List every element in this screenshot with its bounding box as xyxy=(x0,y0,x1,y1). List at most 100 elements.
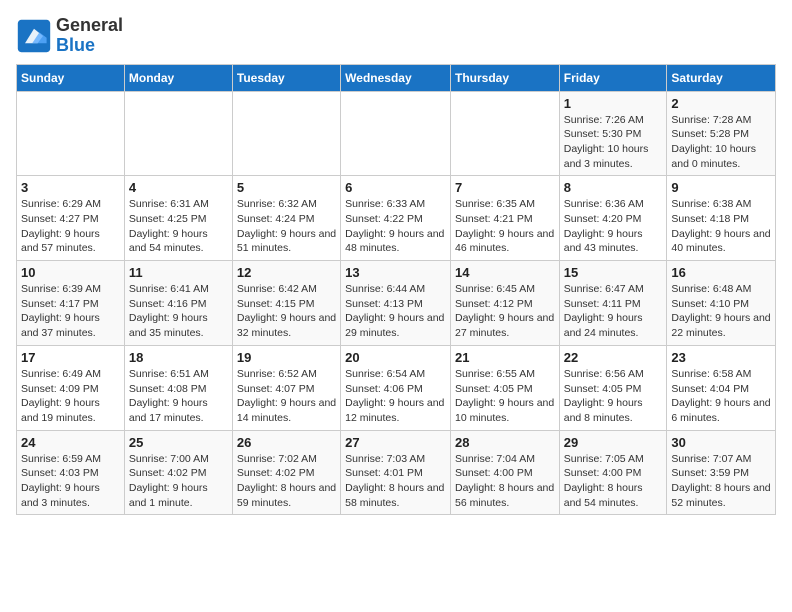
day-number: 25 xyxy=(129,435,228,450)
day-info: Sunrise: 6:59 AM Sunset: 4:03 PM Dayligh… xyxy=(21,452,120,511)
calendar-week-row: 1 Sunrise: 7:26 AM Sunset: 5:30 PM Daylig… xyxy=(17,91,776,176)
day-number: 10 xyxy=(21,265,120,280)
day-number: 18 xyxy=(129,350,228,365)
day-number: 29 xyxy=(564,435,663,450)
day-info: Sunrise: 7:07 AM Sunset: 3:59 PM Dayligh… xyxy=(671,452,771,511)
calendar-cell: 16 Sunrise: 6:48 AM Sunset: 4:10 PM Dayli… xyxy=(667,261,776,346)
calendar-cell: 28Sunrise: 7:04 AM Sunset: 4:00 PM Dayli… xyxy=(450,430,559,515)
day-number: 8 xyxy=(564,180,663,195)
day-number: 15 xyxy=(564,265,663,280)
day-number: 24 xyxy=(21,435,120,450)
day-info: Sunrise: 6:33 AM Sunset: 4:22 PM Dayligh… xyxy=(345,197,446,256)
day-number: 2 xyxy=(671,96,771,111)
calendar-table: SundayMondayTuesdayWednesdayThursdayFrid… xyxy=(16,64,776,516)
day-number: 13 xyxy=(345,265,446,280)
day-number: 1 xyxy=(564,96,663,111)
calendar-cell: 29 Sunrise: 7:05 AM Sunset: 4:00 PM Dayli… xyxy=(559,430,667,515)
day-info: Sunrise: 7:28 AM Sunset: 5:28 PM Dayligh… xyxy=(671,113,771,172)
day-info: Sunrise: 7:05 AM Sunset: 4:00 PM Dayligh… xyxy=(564,452,663,511)
calendar-cell: 5 Sunrise: 6:32 AM Sunset: 4:24 PM Daylig… xyxy=(232,176,340,261)
day-info: Sunrise: 6:52 AM Sunset: 4:07 PM Dayligh… xyxy=(237,367,336,426)
day-info: Sunrise: 7:03 AM Sunset: 4:01 PM Dayligh… xyxy=(345,452,446,511)
day-info: Sunrise: 6:55 AM Sunset: 4:05 PM Dayligh… xyxy=(455,367,555,426)
calendar-week-row: 17Sunrise: 6:49 AM Sunset: 4:09 PM Dayli… xyxy=(17,345,776,430)
day-number: 30 xyxy=(671,435,771,450)
day-number: 12 xyxy=(237,265,336,280)
day-info: Sunrise: 6:42 AM Sunset: 4:15 PM Dayligh… xyxy=(237,282,336,341)
calendar-cell: 1 Sunrise: 7:26 AM Sunset: 5:30 PM Daylig… xyxy=(559,91,667,176)
col-header-friday: Friday xyxy=(559,64,667,91)
day-number: 26 xyxy=(237,435,336,450)
day-info: Sunrise: 7:26 AM Sunset: 5:30 PM Dayligh… xyxy=(564,113,663,172)
calendar-header-row: SundayMondayTuesdayWednesdayThursdayFrid… xyxy=(17,64,776,91)
day-number: 17 xyxy=(21,350,120,365)
calendar-cell: 21 Sunrise: 6:55 AM Sunset: 4:05 PM Dayli… xyxy=(450,345,559,430)
col-header-monday: Monday xyxy=(124,64,232,91)
calendar-cell: 7 Sunrise: 6:35 AM Sunset: 4:21 PM Daylig… xyxy=(450,176,559,261)
calendar-cell: 13Sunrise: 6:44 AM Sunset: 4:13 PM Dayli… xyxy=(341,261,451,346)
calendar-cell: 24 Sunrise: 6:59 AM Sunset: 4:03 PM Dayli… xyxy=(17,430,125,515)
calendar-cell: 6 Sunrise: 6:33 AM Sunset: 4:22 PM Daylig… xyxy=(341,176,451,261)
day-number: 20 xyxy=(345,350,446,365)
day-number: 28 xyxy=(455,435,555,450)
day-number: 11 xyxy=(129,265,228,280)
day-info: Sunrise: 6:38 AM Sunset: 4:18 PM Dayligh… xyxy=(671,197,771,256)
calendar-cell: 4Sunrise: 6:31 AM Sunset: 4:25 PM Daylig… xyxy=(124,176,232,261)
calendar-cell xyxy=(450,91,559,176)
logo: General Blue xyxy=(16,16,123,56)
calendar-cell xyxy=(232,91,340,176)
calendar-week-row: 3 Sunrise: 6:29 AM Sunset: 4:27 PM Daylig… xyxy=(17,176,776,261)
day-number: 16 xyxy=(671,265,771,280)
col-header-saturday: Saturday xyxy=(667,64,776,91)
day-info: Sunrise: 6:32 AM Sunset: 4:24 PM Dayligh… xyxy=(237,197,336,256)
day-number: 14 xyxy=(455,265,555,280)
day-number: 6 xyxy=(345,180,446,195)
calendar-cell: 23 Sunrise: 6:58 AM Sunset: 4:04 PM Dayli… xyxy=(667,345,776,430)
calendar-cell: 27 Sunrise: 7:03 AM Sunset: 4:01 PM Dayli… xyxy=(341,430,451,515)
calendar-cell: 17Sunrise: 6:49 AM Sunset: 4:09 PM Dayli… xyxy=(17,345,125,430)
day-info: Sunrise: 6:39 AM Sunset: 4:17 PM Dayligh… xyxy=(21,282,120,341)
logo-text: General Blue xyxy=(56,16,123,56)
calendar-week-row: 10 Sunrise: 6:39 AM Sunset: 4:17 PM Dayli… xyxy=(17,261,776,346)
calendar-cell: 15 Sunrise: 6:47 AM Sunset: 4:11 PM Dayli… xyxy=(559,261,667,346)
calendar-cell: 9 Sunrise: 6:38 AM Sunset: 4:18 PM Daylig… xyxy=(667,176,776,261)
calendar-cell xyxy=(341,91,451,176)
day-info: Sunrise: 6:35 AM Sunset: 4:21 PM Dayligh… xyxy=(455,197,555,256)
calendar-cell xyxy=(124,91,232,176)
calendar-week-row: 24 Sunrise: 6:59 AM Sunset: 4:03 PM Dayli… xyxy=(17,430,776,515)
day-info: Sunrise: 6:48 AM Sunset: 4:10 PM Dayligh… xyxy=(671,282,771,341)
calendar-cell xyxy=(17,91,125,176)
calendar-cell: 20 Sunrise: 6:54 AM Sunset: 4:06 PM Dayli… xyxy=(341,345,451,430)
day-number: 3 xyxy=(21,180,120,195)
day-number: 19 xyxy=(237,350,336,365)
calendar-cell: 19 Sunrise: 6:52 AM Sunset: 4:07 PM Dayli… xyxy=(232,345,340,430)
col-header-wednesday: Wednesday xyxy=(341,64,451,91)
day-info: Sunrise: 6:36 AM Sunset: 4:20 PM Dayligh… xyxy=(564,197,663,256)
day-info: Sunrise: 6:47 AM Sunset: 4:11 PM Dayligh… xyxy=(564,282,663,341)
day-number: 23 xyxy=(671,350,771,365)
day-number: 5 xyxy=(237,180,336,195)
day-number: 27 xyxy=(345,435,446,450)
day-info: Sunrise: 7:00 AM Sunset: 4:02 PM Dayligh… xyxy=(129,452,228,511)
day-number: 9 xyxy=(671,180,771,195)
day-info: Sunrise: 6:51 AM Sunset: 4:08 PM Dayligh… xyxy=(129,367,228,426)
day-info: Sunrise: 6:54 AM Sunset: 4:06 PM Dayligh… xyxy=(345,367,446,426)
calendar-cell: 11Sunrise: 6:41 AM Sunset: 4:16 PM Dayli… xyxy=(124,261,232,346)
calendar-cell: 14 Sunrise: 6:45 AM Sunset: 4:12 PM Dayli… xyxy=(450,261,559,346)
day-number: 22 xyxy=(564,350,663,365)
col-header-thursday: Thursday xyxy=(450,64,559,91)
col-header-sunday: Sunday xyxy=(17,64,125,91)
calendar-cell: 22Sunrise: 6:56 AM Sunset: 4:05 PM Dayli… xyxy=(559,345,667,430)
day-info: Sunrise: 6:45 AM Sunset: 4:12 PM Dayligh… xyxy=(455,282,555,341)
day-number: 7 xyxy=(455,180,555,195)
day-number: 4 xyxy=(129,180,228,195)
calendar-cell: 3 Sunrise: 6:29 AM Sunset: 4:27 PM Daylig… xyxy=(17,176,125,261)
calendar-cell: 25 Sunrise: 7:00 AM Sunset: 4:02 PM Dayli… xyxy=(124,430,232,515)
day-info: Sunrise: 6:29 AM Sunset: 4:27 PM Dayligh… xyxy=(21,197,120,256)
day-number: 21 xyxy=(455,350,555,365)
day-info: Sunrise: 6:58 AM Sunset: 4:04 PM Dayligh… xyxy=(671,367,771,426)
calendar-cell: 30 Sunrise: 7:07 AM Sunset: 3:59 PM Dayli… xyxy=(667,430,776,515)
page-header: General Blue xyxy=(16,16,776,56)
calendar-cell: 8 Sunrise: 6:36 AM Sunset: 4:20 PM Daylig… xyxy=(559,176,667,261)
calendar-cell: 18 Sunrise: 6:51 AM Sunset: 4:08 PM Dayli… xyxy=(124,345,232,430)
